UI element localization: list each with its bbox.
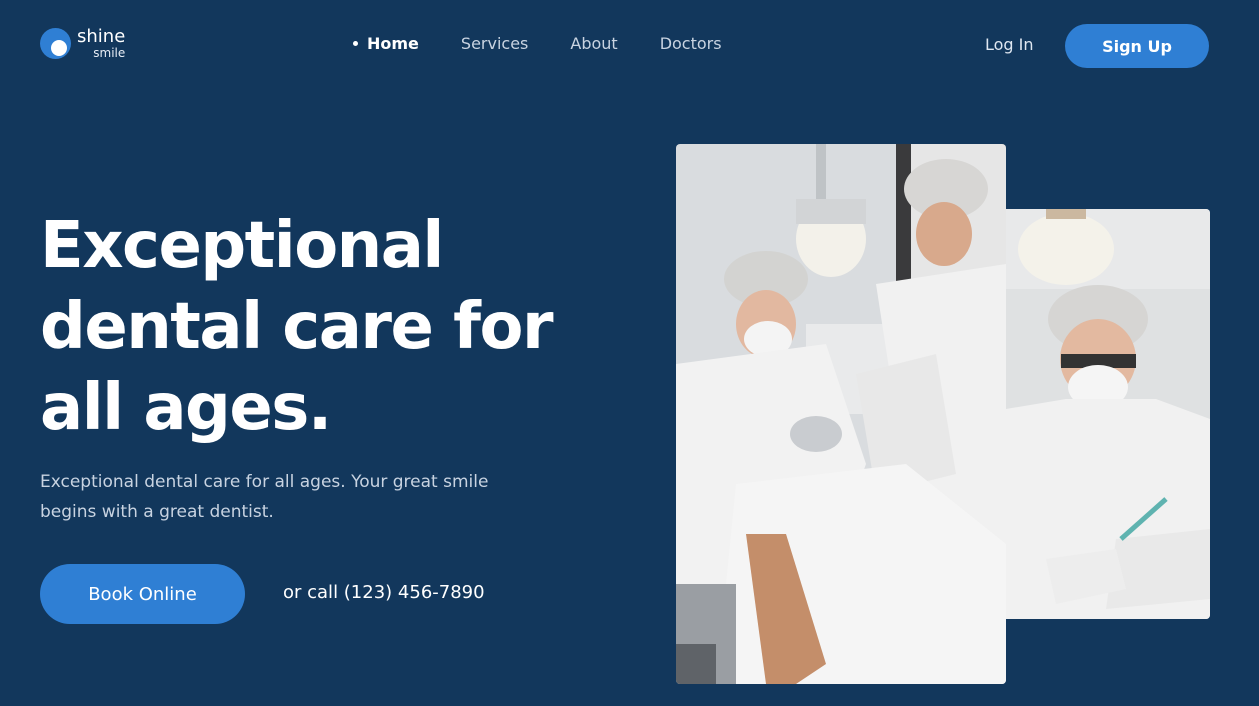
brand-logo[interactable]: shine smile — [40, 28, 125, 59]
hero-subtitle: Exceptional dental care for all ages. Yo… — [40, 472, 489, 522]
nav-item-services[interactable]: Services — [461, 34, 528, 53]
nav-item-label: Home — [367, 34, 419, 53]
brand-sub: smile — [93, 46, 126, 60]
nav-item-label: About — [570, 34, 618, 53]
active-dot-icon — [353, 41, 358, 46]
nav-item-doctors[interactable]: Doctors — [660, 34, 722, 53]
nav-item-label: Doctors — [659, 34, 722, 53]
nav-item-home[interactable]: Home — [353, 34, 419, 53]
brand-name: shine — [77, 26, 126, 47]
dentist-closeup-photo — [1006, 209, 1210, 619]
logo-text: shine smile — [77, 26, 126, 60]
signup-button[interactable]: Sign Up — [1065, 24, 1209, 68]
login-link[interactable]: Log In — [985, 35, 1034, 54]
book-online-button[interactable]: Book Online — [40, 564, 245, 624]
dentists-photo — [676, 144, 1006, 684]
hero-title: Exceptional dental care for all ages. — [40, 209, 554, 445]
logo-icon — [40, 28, 71, 59]
main-nav: Home Services About Doctors — [353, 34, 764, 53]
nav-item-about[interactable]: About — [570, 34, 617, 53]
nav-item-label: Services — [460, 34, 529, 53]
call-phone-text: or call (123) 456-7890 — [283, 582, 485, 603]
